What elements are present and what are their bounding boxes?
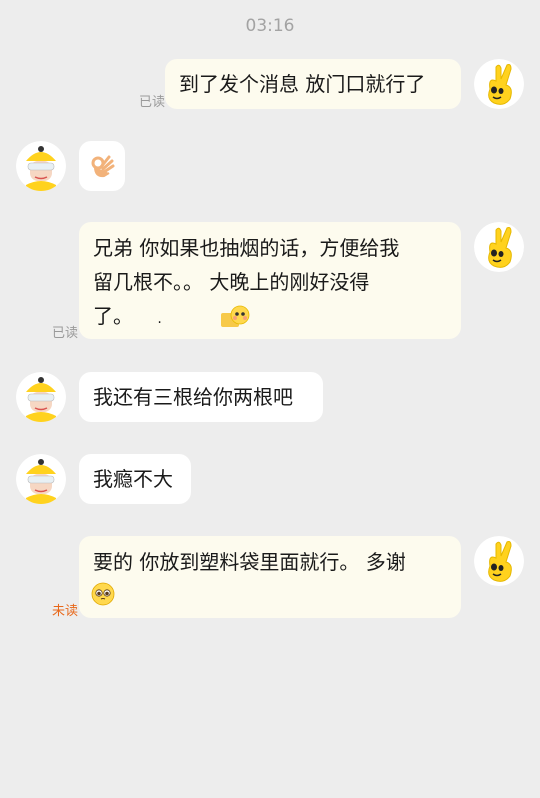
message-bubble-incoming[interactable]: 我瘾不大 [79, 454, 191, 504]
message-text: 了。 [93, 304, 133, 328]
ok-hand-emoji-icon [91, 155, 115, 178]
contact-avatar[interactable] [16, 454, 66, 504]
message-bubble-outgoing[interactable]: 兄弟 你如果也抽烟的话，方便给我 留几根不。。 大晚上的刚好没得 了。 . [79, 222, 461, 339]
yellow-hand-character-icon [474, 536, 524, 586]
message-bubble-incoming[interactable] [79, 141, 125, 191]
shy-face-emoji-icon [221, 305, 250, 327]
chat-timestamp: 03:16 [245, 16, 295, 36]
contact-avatar[interactable] [16, 141, 66, 191]
message-dot: . [157, 311, 162, 327]
message-text: 我还有三根给你两根吧 [93, 385, 293, 409]
contact-face-icon [16, 141, 66, 191]
yellow-hand-character-icon [474, 222, 524, 272]
message-bubble-outgoing[interactable]: 要的 你放到塑料袋里面就行。 多谢 [79, 536, 461, 618]
yellow-hand-character-icon [474, 59, 524, 109]
message-text-line: 了。 . [93, 299, 447, 336]
my-avatar[interactable] [474, 536, 524, 586]
contact-face-icon [16, 372, 66, 422]
pleading-face-emoji-icon [91, 582, 115, 606]
message-text: 到了发个消息 放门口就行了 [179, 72, 426, 96]
message-text-line: 留几根不。。 大晚上的刚好没得 [93, 270, 370, 294]
read-receipt: 已读 [139, 95, 166, 110]
message-bubble-incoming[interactable]: 我还有三根给你两根吧 [79, 372, 323, 422]
message-text-line: 要的 你放到塑料袋里面就行。 多谢 [93, 550, 406, 574]
my-avatar[interactable] [474, 222, 524, 272]
my-avatar[interactable] [474, 59, 524, 109]
contact-face-icon [16, 454, 66, 504]
read-receipt: 已读 [52, 326, 79, 341]
message-bubble-outgoing[interactable]: 到了发个消息 放门口就行了 [165, 59, 461, 109]
message-text-line: 兄弟 你如果也抽烟的话，方便给我 [93, 236, 400, 260]
message-text: 我瘾不大 [93, 467, 173, 491]
unread-receipt: 未读 [52, 604, 79, 619]
contact-avatar[interactable] [16, 372, 66, 422]
